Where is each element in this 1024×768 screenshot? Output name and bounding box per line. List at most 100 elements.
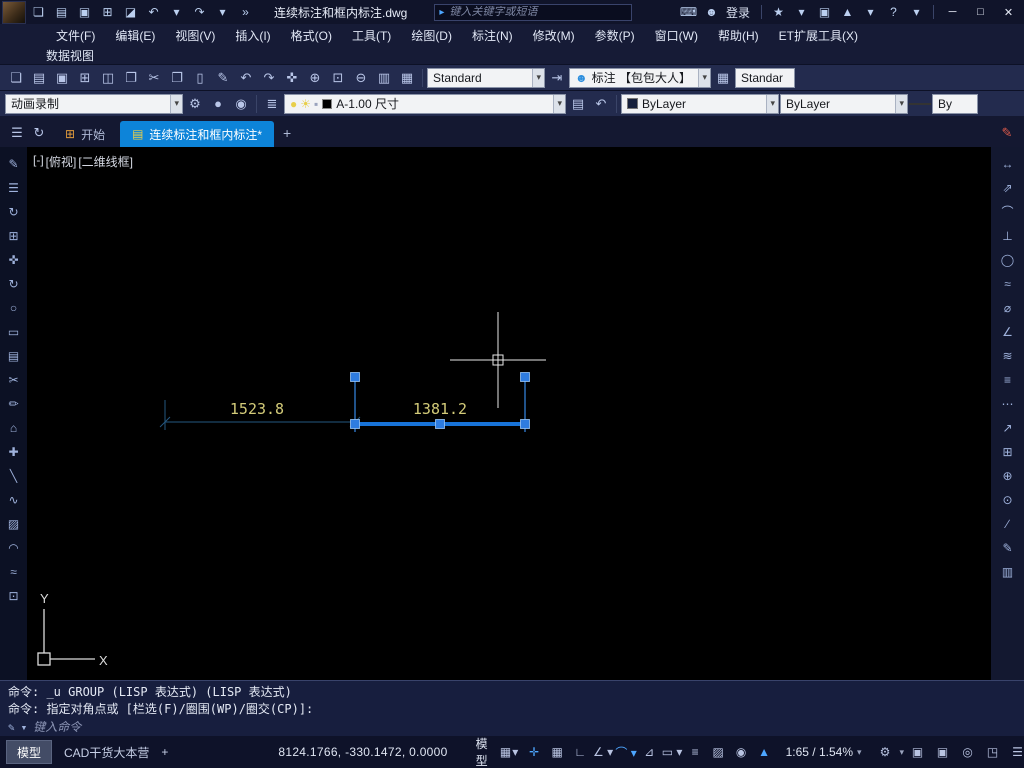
ordinate-dim-icon[interactable]: ⊥	[997, 224, 1019, 247]
new-layout-button[interactable]: +	[161, 742, 168, 762]
grip-handle[interactable]	[435, 419, 445, 429]
help-menu-icon[interactable]: ▾	[905, 1, 928, 23]
block-icon[interactable]: ⊡	[3, 584, 25, 607]
model-space-button[interactable]: 模型	[468, 737, 496, 768]
save-icon[interactable]: ▣	[73, 1, 96, 23]
jogged-dim-icon[interactable]: ≈	[997, 272, 1019, 295]
search-input[interactable]	[449, 6, 628, 18]
new-file-icon[interactable]: ❏	[5, 67, 27, 89]
dimension-entity-1[interactable]: 1523.8	[159, 400, 361, 430]
zoom-previous-icon[interactable]: ⊖	[350, 67, 372, 89]
layer-properties-icon[interactable]: ≣	[261, 93, 283, 115]
layer-previous-icon[interactable]: ↶	[590, 93, 612, 115]
menu-item[interactable]: 标注(N)	[462, 27, 523, 44]
hardware-accel-icon[interactable]: ▣	[931, 740, 954, 764]
layout-tab[interactable]: CAD干货大本营	[54, 740, 159, 764]
menu-item[interactable]: 工具(T)	[342, 27, 401, 44]
search-go-icon[interactable]: ▸	[439, 7, 444, 18]
menu-item[interactable]: 视图(V)	[165, 27, 225, 44]
record-start-icon[interactable]: ●	[207, 93, 229, 115]
search-box[interactable]: ▸	[434, 3, 633, 21]
cut-icon[interactable]: ✂	[143, 67, 165, 89]
grip-handle[interactable]	[520, 419, 530, 429]
paste-icon[interactable]: ▯	[189, 67, 211, 89]
command-input-row[interactable]: ✎ ▾	[8, 718, 1016, 736]
menu-item[interactable]: 修改(M)	[523, 27, 585, 44]
inspect-dim-icon[interactable]: ⊙	[997, 488, 1019, 511]
redo-menu-icon[interactable]: ▾	[211, 1, 234, 23]
maximize-button[interactable]: □	[967, 1, 994, 23]
color-combo[interactable]: ByLayer ▾	[621, 93, 779, 114]
viewport-control[interactable]: [-]	[33, 153, 44, 170]
layer-combo[interactable]: ● ☀ ▪ A-1.00 尺寸 ▾	[284, 93, 566, 114]
continue-dim-icon[interactable]: ⋯	[997, 392, 1019, 415]
undo-icon[interactable]: ↶	[235, 67, 257, 89]
chevron-down-icon[interactable]: ▾	[553, 94, 565, 113]
snap-mode-icon[interactable]: ✛	[523, 740, 546, 764]
annotation-visibility-icon[interactable]: ▲	[753, 740, 776, 764]
undo-menu-icon[interactable]: ▾	[165, 1, 188, 23]
menu-item[interactable]: 窗口(W)	[645, 27, 708, 44]
cloud-menu-icon[interactable]: ▾	[859, 1, 882, 23]
match-properties-icon[interactable]: ✎	[212, 67, 234, 89]
tab-overview-icon[interactable]: ↻	[28, 122, 50, 144]
arc-length-dim-icon[interactable]: ⌒	[997, 200, 1019, 223]
rectangle-icon[interactable]: ▭	[3, 320, 25, 343]
menu-item[interactable]: 格式(O)	[281, 27, 342, 44]
workspace-icon[interactable]: ⇥	[546, 67, 568, 89]
grip-handle[interactable]	[350, 372, 360, 382]
store-cart-icon[interactable]: ▣	[813, 1, 836, 23]
grid-selector-icon[interactable]: ▦ ▾	[498, 740, 521, 764]
chevron-down-icon[interactable]: ▾	[698, 68, 710, 87]
redo-icon[interactable]: ↷	[258, 67, 280, 89]
viewport-control[interactable]: [俯视]	[46, 153, 77, 170]
diameter-dim-icon[interactable]: ⌀	[997, 296, 1019, 319]
undo-icon[interactable]: ↶	[142, 1, 165, 23]
new-file-icon[interactable]: ❏	[27, 1, 50, 23]
favorites-icon[interactable]: ★	[767, 1, 790, 23]
line-icon[interactable]: ╲	[3, 464, 25, 487]
record-settings-icon[interactable]: ⚙	[184, 93, 206, 115]
linear-dim-icon[interactable]: ↔	[997, 152, 1019, 175]
command-pencil-icon[interactable]: ✎	[8, 721, 15, 734]
menu-item[interactable]: 插入(I)	[225, 27, 280, 44]
tab-active-drawing[interactable]: ▤ 连续标注和框内标注*	[120, 121, 275, 147]
dim-edit-icon[interactable]: ✎	[997, 536, 1019, 559]
viewport-control[interactable]: [二维线框]	[78, 153, 133, 170]
zoom-window-icon[interactable]: ⊡	[327, 67, 349, 89]
cloud-app-icon[interactable]: ▲	[836, 1, 859, 23]
radius-dim-icon[interactable]: ◯	[997, 248, 1019, 271]
plot-icon[interactable]: ⊞	[96, 1, 119, 23]
command-line-panel[interactable]: 命令: _u GROUP (LISP 表达式) (LISP 表达式) 命令: 指定…	[0, 680, 1024, 736]
polar-tracking-icon[interactable]: ∠ ▾	[592, 740, 615, 764]
save-as-icon[interactable]: ◪	[119, 1, 142, 23]
close-button[interactable]: ✕	[995, 1, 1022, 23]
text-style-combo[interactable]: Standard ▾	[427, 67, 545, 88]
plot-icon[interactable]: ⊞	[74, 67, 96, 89]
save-icon[interactable]: ▣	[51, 67, 73, 89]
chevron-down-icon[interactable]: ▾	[766, 94, 778, 113]
menu-item[interactable]: 帮助(H)	[708, 27, 769, 44]
open-icon[interactable]: ▤	[28, 67, 50, 89]
menu-item[interactable]: 编辑(E)	[105, 27, 165, 44]
grid-display-icon[interactable]: ▦	[546, 740, 569, 764]
dim-style-combo[interactable]: ☻ 标注 【包包大人】 ▾	[569, 67, 711, 88]
polyline-icon[interactable]: ≈	[3, 560, 25, 583]
pan-icon[interactable]: ✜	[281, 67, 303, 89]
arc-icon[interactable]: ◠	[3, 536, 25, 559]
new-drawing-tab-button[interactable]: +	[277, 123, 297, 143]
minimize-button[interactable]: ─	[939, 1, 966, 23]
edit-mode-icon[interactable]: ✎	[996, 122, 1018, 144]
layer-states-icon[interactable]: ▤	[567, 93, 589, 115]
quick-dim-icon[interactable]: ≋	[997, 344, 1019, 367]
more-commands-icon[interactable]: »	[234, 1, 257, 23]
trim-scissors-icon[interactable]: ✂	[3, 368, 25, 391]
grip-handle[interactable]	[520, 372, 530, 382]
chevron-down-icon[interactable]: ▾	[895, 94, 907, 113]
oblique-dim-icon[interactable]: ∕	[997, 512, 1019, 535]
tolerance-icon[interactable]: ⊞	[997, 440, 1019, 463]
leader-icon[interactable]: ↗	[997, 416, 1019, 439]
selection-cycling-icon[interactable]: ◉	[730, 740, 753, 764]
baseline-dim-icon[interactable]: ≡	[997, 368, 1019, 391]
right-style-combo[interactable]: Standar	[735, 67, 795, 88]
